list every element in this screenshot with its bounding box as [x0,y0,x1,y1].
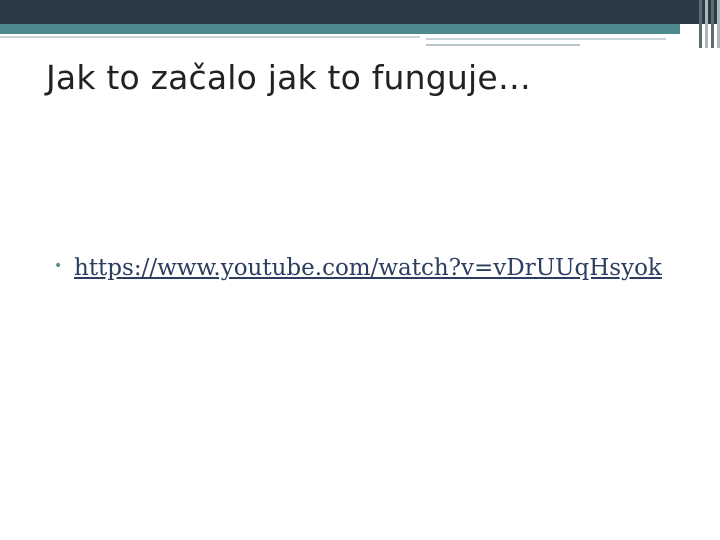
stripe [699,0,702,48]
header-bar [0,0,720,24]
corner-stripes [680,0,720,48]
slide-title: Jak to začalo jak to funguje… [46,58,532,97]
accent-band [0,24,680,34]
decorative-rule [426,38,666,40]
bullet-icon: • [54,258,63,274]
youtube-link[interactable]: https://www.youtube.com/watch?v=vDrUUqHs… [74,252,674,284]
decorative-rule [426,44,580,46]
stripe [705,0,708,48]
stripe [711,0,714,48]
decorative-rule [0,36,420,38]
bullet-list-item: • https://www.youtube.com/watch?v=vDrUUq… [54,252,684,284]
